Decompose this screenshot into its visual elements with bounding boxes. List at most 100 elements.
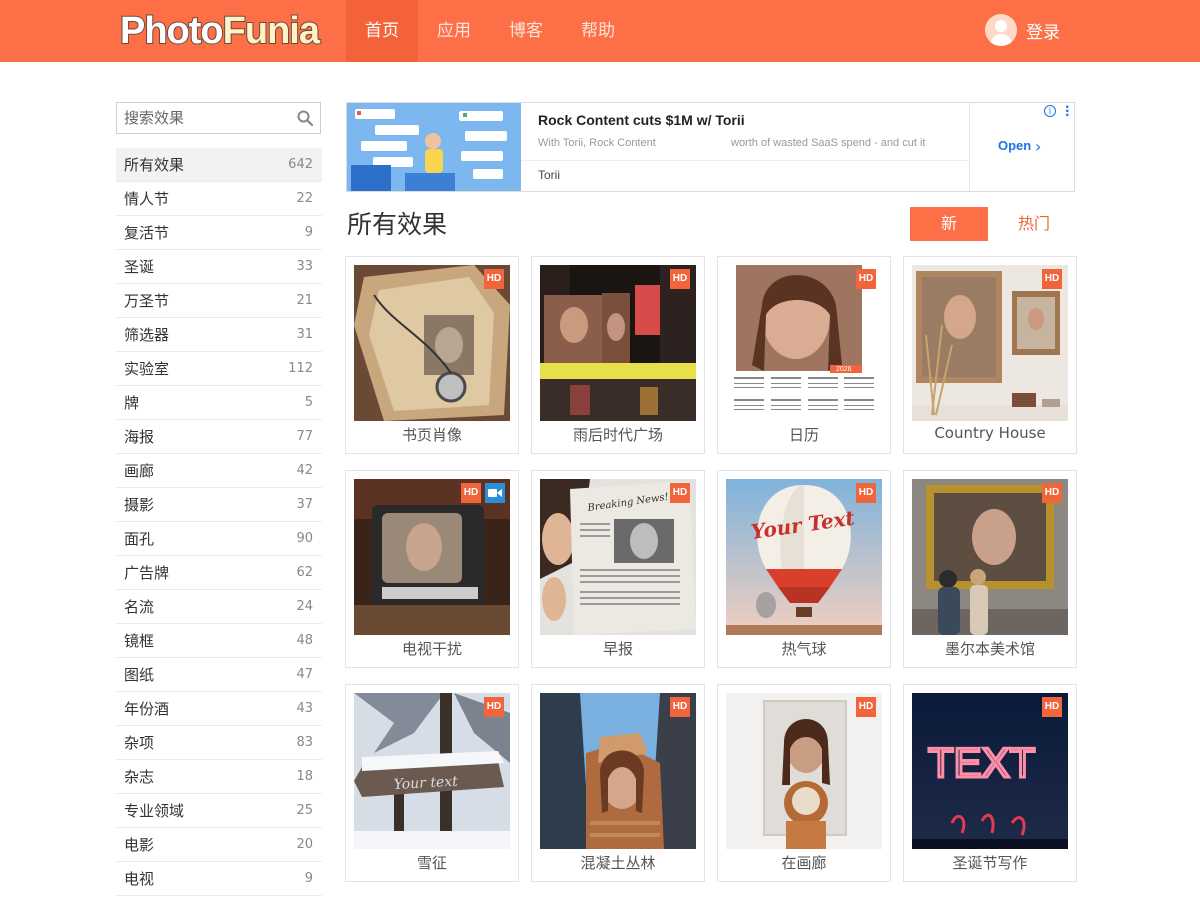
category-professions[interactable]: 专业领域 25 bbox=[116, 794, 322, 828]
hd-badge: HD bbox=[856, 697, 876, 717]
effect-title: 墨尔本美术馆 bbox=[944, 640, 1035, 658]
snow-sign-text: Your text bbox=[393, 774, 458, 793]
effect-card-in-gallery[interactable]: HD 在画廊 bbox=[717, 684, 891, 882]
in-gallery-thumbnail: HD bbox=[726, 693, 882, 849]
category-frames[interactable]: 镜框 48 bbox=[116, 624, 322, 658]
effects-search-box bbox=[116, 102, 321, 134]
category-name: 图纸 bbox=[124, 666, 155, 684]
nav-home[interactable]: 首页 bbox=[346, 0, 418, 62]
ad-open-button[interactable]: Open bbox=[998, 138, 1031, 153]
category-galleries[interactable]: 画廊 42 bbox=[116, 454, 322, 488]
nav-blog[interactable]: 博客 bbox=[490, 0, 562, 62]
category-count: 47 bbox=[296, 667, 313, 682]
ad-menu-icon[interactable]: · · · bbox=[1065, 101, 1070, 121]
category-count: 33 bbox=[296, 259, 313, 274]
ad-separator bbox=[521, 160, 969, 161]
logo-text-funia: Funia bbox=[222, 9, 321, 53]
effect-card-times-square[interactable]: HD 雨后时代广场 bbox=[531, 256, 705, 454]
nav-apps[interactable]: 应用 bbox=[418, 0, 490, 62]
login-link[interactable]: 登录 bbox=[1026, 18, 1060, 43]
effect-card-calendar[interactable]: 2026 HD 日历 bbox=[717, 256, 891, 454]
category-cards[interactable]: 牌5 bbox=[116, 386, 322, 420]
category-movies[interactable]: 电影 20 bbox=[116, 828, 322, 862]
ad-banner[interactable]: Rock Content cuts $1M w/ Torii With Tori… bbox=[346, 101, 1075, 192]
hd-badge: HD bbox=[1042, 697, 1062, 717]
hd-badge: HD bbox=[856, 269, 876, 289]
effect-card-morning-newspaper[interactable]: Breaking News! HD 早报 bbox=[531, 470, 705, 668]
category-filters[interactable]: 筛选器 31 bbox=[116, 318, 322, 352]
effect-card-snow-sign[interactable]: Your text HD 雪征 bbox=[345, 684, 519, 882]
main-nav: 首页 应用 博客 帮助 bbox=[346, 0, 634, 62]
hd-badge: HD bbox=[1042, 483, 1062, 503]
search-input[interactable] bbox=[117, 103, 287, 133]
category-count: 642 bbox=[288, 157, 313, 172]
category-name: 所有效果 bbox=[124, 156, 185, 174]
category-count: 112 bbox=[288, 361, 313, 376]
category-easter[interactable]: 复活节 9 bbox=[116, 216, 322, 250]
effect-card-book-page[interactable]: HD 书页肖像 bbox=[345, 256, 519, 454]
category-count: 20 bbox=[296, 837, 313, 852]
category-magazines[interactable]: 杂志 18 bbox=[116, 760, 322, 794]
user-avatar-icon[interactable] bbox=[985, 14, 1017, 46]
effect-card-concrete-jungle[interactable]: HD 混凝土丛林 bbox=[531, 684, 705, 882]
concrete-jungle-thumbnail: HD bbox=[540, 693, 696, 849]
hd-badge: HD bbox=[484, 697, 504, 717]
category-all[interactable]: 所有效果 642 bbox=[116, 148, 322, 182]
ad-headline[interactable]: Rock Content cuts $1M w/ Torii bbox=[538, 112, 745, 128]
category-drawings[interactable]: 图纸 47 bbox=[116, 658, 322, 692]
category-billboards[interactable]: 广告牌 62 bbox=[116, 556, 322, 590]
category-count: 31 bbox=[296, 327, 313, 342]
hd-badge: HD bbox=[856, 483, 876, 503]
effect-title: 混凝土丛林 bbox=[580, 854, 656, 872]
category-christmas[interactable]: 圣诞 33 bbox=[116, 250, 322, 284]
category-name: 广告牌 bbox=[124, 564, 170, 582]
category-name: 电影 bbox=[124, 836, 155, 854]
effect-title: 雨后时代广场 bbox=[572, 426, 663, 444]
category-halloween[interactable]: 万圣节 21 bbox=[116, 284, 322, 318]
effect-card-hot-air-balloon[interactable]: Your Text HD 热气球 bbox=[717, 470, 891, 668]
effect-title: Country House bbox=[934, 424, 1046, 442]
hd-badge: HD bbox=[670, 483, 690, 503]
category-count: 48 bbox=[296, 633, 313, 648]
ad-divider bbox=[969, 103, 970, 191]
category-faces[interactable]: 面孔 90 bbox=[116, 522, 322, 556]
photofunia-logo[interactable]: Photo Funia bbox=[119, 9, 321, 53]
category-misc[interactable]: 杂项 83 bbox=[116, 726, 322, 760]
category-valentines[interactable]: 情人节 22 bbox=[116, 182, 322, 216]
chevron-right-icon[interactable]: › bbox=[1035, 137, 1041, 156]
morning-newspaper-thumbnail: Breaking News! HD bbox=[540, 479, 696, 635]
login-area[interactable]: 登录 bbox=[985, 14, 1060, 46]
category-name: 复活节 bbox=[124, 224, 170, 242]
video-camera-icon bbox=[485, 483, 505, 503]
effect-card-tv-interference[interactable]: HD 电视干扰 bbox=[345, 470, 519, 668]
ad-illustration bbox=[347, 103, 521, 191]
ad-info-icon[interactable]: i bbox=[1044, 105, 1056, 117]
nav-help[interactable]: 帮助 bbox=[562, 0, 634, 62]
effect-card-country-house[interactable]: HD Country House bbox=[903, 256, 1077, 454]
category-photography[interactable]: 摄影 37 bbox=[116, 488, 322, 522]
category-name: 镜框 bbox=[124, 632, 155, 650]
page-title: 所有效果 bbox=[347, 210, 448, 239]
category-name: 专业领域 bbox=[124, 802, 185, 820]
effect-card-christmas-writing[interactable]: TEXT HD 圣诞节写作 bbox=[903, 684, 1077, 882]
sort-popular-button[interactable]: 热门 bbox=[1000, 207, 1068, 241]
category-count: 43 bbox=[296, 701, 313, 716]
category-posters[interactable]: 海报 77 bbox=[116, 420, 322, 454]
ad-description-right: worth of wasted SaaS spend - and cut it bbox=[731, 137, 926, 149]
category-count: 77 bbox=[296, 429, 313, 444]
effect-card-melbourne-gallery[interactable]: HD 墨尔本美术馆 bbox=[903, 470, 1077, 668]
category-tv[interactable]: 电视 9 bbox=[116, 862, 322, 896]
category-name: 牌 bbox=[124, 394, 140, 412]
category-count: 90 bbox=[296, 531, 313, 546]
category-vintage[interactable]: 年份酒 43 bbox=[116, 692, 322, 726]
category-count: 9 bbox=[304, 871, 313, 886]
category-count: 62 bbox=[296, 565, 313, 580]
category-celebrities[interactable]: 名流 24 bbox=[116, 590, 322, 624]
effect-title: 电视干扰 bbox=[401, 640, 462, 658]
category-count: 9 bbox=[304, 225, 313, 240]
category-list: 所有效果 642 情人节 22 复活节 9 圣诞 33 万圣节 21 筛选器 31 实验室 1… bbox=[116, 148, 322, 896]
search-icon[interactable] bbox=[297, 110, 313, 126]
sort-new-button[interactable]: 新 bbox=[910, 207, 988, 241]
country-house-thumbnail: HD bbox=[912, 265, 1068, 421]
category-lab[interactable]: 实验室 112 bbox=[116, 352, 322, 386]
